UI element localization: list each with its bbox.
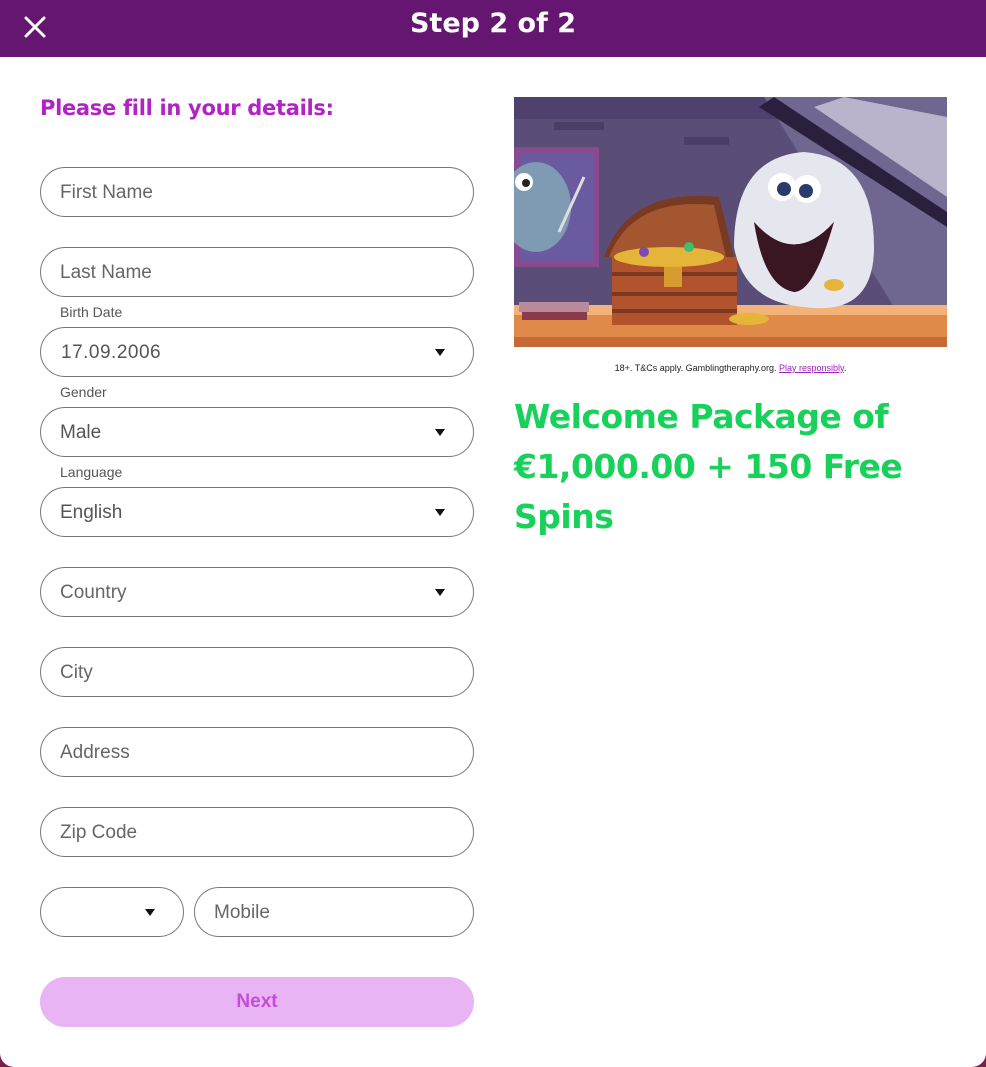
last-name-input[interactable]: Last Name xyxy=(40,247,474,297)
birth-date-value: 17.09.2006 xyxy=(61,342,162,363)
address-placeholder: Address xyxy=(60,742,130,763)
birth-date-label: Birth Date xyxy=(60,304,123,320)
chevron-down-icon xyxy=(435,429,445,436)
form-heading: Please fill in your details: xyxy=(40,96,334,120)
play-responsibly-link[interactable]: Play responsibly xyxy=(779,363,844,373)
page-title: Step 2 of 2 xyxy=(409,8,577,39)
gender-value: Male xyxy=(60,422,102,443)
zip-code-placeholder: Zip Code xyxy=(60,822,138,843)
phone-code-select[interactable] xyxy=(40,887,184,937)
zip-code-input[interactable]: Zip Code xyxy=(40,807,474,857)
city-placeholder: City xyxy=(60,662,93,683)
mobile-placeholder: Mobile xyxy=(214,902,270,923)
terms-text: 18+. T&Cs apply. Gamblingtheraphy.org. xyxy=(614,363,779,373)
terms-end: . xyxy=(843,363,847,373)
first-name-input[interactable]: First Name xyxy=(40,167,474,217)
country-placeholder: Country xyxy=(60,582,127,603)
promo-title: Welcome Package of €1,000.00 + 150 Free … xyxy=(514,397,903,536)
city-input[interactable]: City xyxy=(40,647,474,697)
last-name-placeholder: Last Name xyxy=(60,262,152,283)
first-name-placeholder: First Name xyxy=(60,182,153,203)
gender-select[interactable]: Male xyxy=(40,407,474,457)
language-label: Language xyxy=(60,464,123,480)
address-input[interactable]: Address xyxy=(40,727,474,777)
country-select[interactable]: Country xyxy=(40,567,474,617)
promo-image xyxy=(514,97,947,347)
chevron-down-icon xyxy=(435,509,445,516)
next-button[interactable]: Next xyxy=(40,977,474,1027)
registration-modal: Step 2 of 2 Please fill in your details:… xyxy=(0,0,986,1067)
chevron-down-icon xyxy=(435,589,445,596)
mobile-input[interactable]: Mobile xyxy=(194,887,474,937)
gender-label: Gender xyxy=(60,384,107,400)
chevron-down-icon xyxy=(145,909,155,916)
modal-header: Step 2 of 2 xyxy=(0,0,986,57)
birth-date-select[interactable]: 17.09.2006 xyxy=(40,327,474,377)
language-value: English xyxy=(60,502,123,523)
language-select[interactable]: English xyxy=(40,487,474,537)
chevron-down-icon xyxy=(435,349,445,356)
terms-notice: 18+. T&Cs apply. Gamblingtheraphy.org. P… xyxy=(514,363,947,373)
